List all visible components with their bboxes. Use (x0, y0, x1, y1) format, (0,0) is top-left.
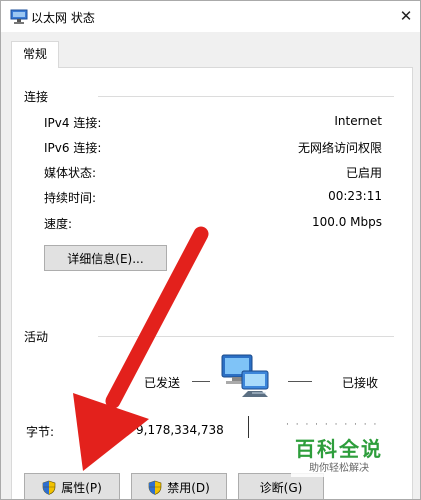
diagnose-button[interactable]: 诊断(G) (238, 473, 324, 499)
tab-general[interactable]: 常规 (11, 41, 59, 68)
network-computers-icon (221, 354, 269, 397)
activity-divider (98, 336, 394, 337)
bytes-received-value: · · · · · · · · · · (286, 420, 379, 430)
ipv6-label: IPv6 连接: (44, 141, 102, 155)
sent-label: 已发送 (144, 376, 181, 390)
speed-value: 100.0 Mbps (311, 215, 382, 229)
speed-label: 速度: (44, 217, 73, 231)
bytes-sent-value: 9,178,334,738 (136, 423, 224, 437)
ipv4-value: Internet (334, 114, 382, 128)
diagnose-button-label: 诊断(G) (259, 480, 303, 495)
title-bar: 以太网 状态 ✕ (1, 1, 420, 32)
disable-button[interactable]: 禁用(D) (131, 473, 227, 499)
watermark: 百科全说 助你轻松解决 (291, 431, 387, 477)
bytes-separator (248, 416, 249, 438)
disable-button-label: 禁用(D) (167, 480, 210, 495)
window-title: 以太网 状态 (31, 11, 95, 25)
uac-shield-icon (148, 480, 162, 495)
watermark-title: 百科全说 (295, 437, 383, 461)
uac-shield-icon (42, 480, 56, 495)
properties-button-label: 属性(P) (61, 480, 102, 495)
activity-group-title: 活动 (24, 328, 49, 345)
media-state-value: 已启用 (345, 166, 382, 180)
received-connector-line (288, 381, 312, 382)
bytes-label: 字节: (26, 425, 55, 439)
network-adapter-icon (10, 9, 28, 24)
received-label: 已接收 (342, 376, 379, 390)
close-button[interactable]: ✕ (392, 1, 420, 32)
connection-divider (98, 96, 394, 97)
duration-label: 持续时间: (44, 191, 97, 205)
details-button[interactable]: 详细信息(E)... (44, 245, 167, 271)
details-button-label: 详细信息(E)... (67, 251, 144, 266)
ipv4-label: IPv4 连接: (44, 116, 102, 130)
ipv6-value: 无网络访问权限 (297, 141, 382, 155)
status-window: 以太网 状态 ✕ 常规 连接 IPv4 连接: Internet IPv6 连接… (0, 0, 421, 500)
properties-button[interactable]: 属性(P) (24, 473, 120, 499)
watermark-subtitle: 助你轻松解决 (309, 463, 369, 474)
sent-connector-line (192, 381, 210, 382)
connection-group-title: 连接 (24, 88, 49, 105)
duration-value: 00:23:11 (328, 189, 382, 203)
media-state-label: 媒体状态: (44, 166, 97, 180)
